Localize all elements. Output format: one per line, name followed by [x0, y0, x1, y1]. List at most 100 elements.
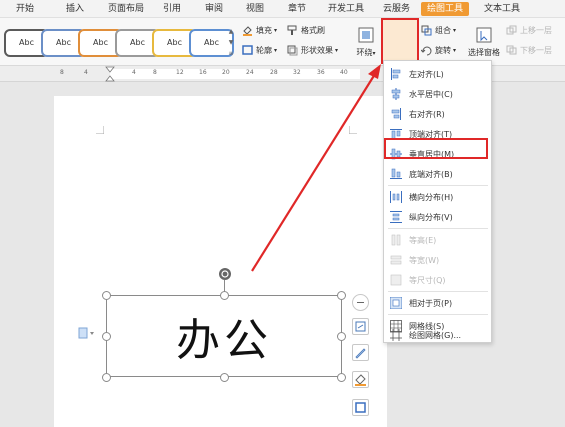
selection-pane-button[interactable]: 选择窗格 [464, 25, 504, 58]
ribbon-tab-bar: 开始 插入 页面布局 引用 审阅 视图 章节 开发工具 云服务 绘图工具 文本工… [0, 0, 565, 18]
menu-item-same-width[interactable]: 等宽(W) [384, 250, 491, 270]
menu-item-same-height[interactable]: 等高(E) [384, 230, 491, 250]
shape-fill-button[interactable] [352, 371, 369, 388]
menu-item-relative-to-page[interactable]: 相对于页(P) [384, 293, 491, 313]
resize-handle[interactable] [102, 291, 111, 300]
drawing-tools-ribbon: Abc Abc Abc Abc Abc Abc ▲ ▼ ≡ 填充 ▾ 格式刷 轮廓… [0, 18, 565, 66]
menu-item-label: 底端对齐(B) [409, 169, 453, 179]
selection-pane-icon [474, 25, 494, 45]
align-bottom-icon [390, 168, 402, 180]
resize-handle[interactable] [337, 291, 346, 300]
distribute-horizontal-icon [390, 191, 402, 203]
menu-item-align-left[interactable]: 左对齐(L) [384, 64, 491, 84]
collapse-toolbar-button[interactable] [352, 294, 369, 311]
format-painter-label: 格式刷 [301, 26, 325, 35]
ruler-tick: 24 [246, 69, 254, 76]
resize-handle[interactable] [337, 373, 346, 382]
send-backward-button[interactable]: 下移一层 [506, 45, 552, 56]
resize-handle[interactable] [102, 332, 111, 341]
send-backward-label: 下移一层 [520, 46, 552, 55]
align-dropdown-menu: 左对齐(L) 水平居中(C) 右对齐(R) 顶端对齐(T) 垂直居中(M) 底端… [383, 60, 492, 343]
align-right-icon [390, 108, 402, 120]
menu-item-align-right[interactable]: 右对齐(R) [384, 104, 491, 124]
margin-corner-icon [96, 126, 104, 134]
layout-options-button[interactable] [352, 318, 369, 335]
menu-item-drawing-grid[interactable]: 绘图网格(G)... [384, 327, 491, 343]
ruler-tick: 36 [317, 69, 325, 76]
bring-forward-label: 上移一层 [520, 26, 552, 35]
tab-page-layout[interactable]: 页面布局 [108, 2, 144, 16]
menu-item-same-size[interactable]: 等尺寸(Q) [384, 270, 491, 290]
menu-item-label: 等高(E) [409, 235, 437, 245]
align-button-highlight [381, 18, 419, 64]
tab-home[interactable]: 开始 [16, 2, 34, 16]
relative-to-page-icon [389, 296, 403, 310]
text-box-shape[interactable]: 办公 [106, 295, 342, 377]
align-left-icon [390, 68, 402, 80]
format-painter-button[interactable]: 格式刷 [287, 25, 325, 36]
shape-outline-button[interactable] [352, 399, 369, 416]
anchor-icon[interactable] [78, 327, 96, 339]
ruler-tick: 4 [84, 69, 88, 76]
chevron-up-icon[interactable]: ▲ [226, 26, 236, 37]
outline-icon [355, 402, 366, 413]
more-icon[interactable]: ≡ [226, 48, 236, 59]
tab-text-tools[interactable]: 文本工具 [484, 2, 520, 16]
menu-item-label: 右对齐(R) [409, 109, 445, 119]
menu-separator [388, 314, 488, 315]
outline-icon [242, 45, 253, 56]
ruler-tick: 4 [132, 69, 136, 76]
format-painter-icon [287, 25, 298, 36]
menu-item-label: 横向分布(H) [409, 192, 454, 202]
shape-text[interactable]: 办公 [107, 304, 341, 368]
group-button[interactable]: 组合 ▾ [421, 25, 456, 36]
rotate-button[interactable]: 旋转 ▾ [420, 45, 456, 56]
menu-item-align-bottom[interactable]: 底端对齐(B) [384, 164, 491, 184]
same-size-icon [390, 274, 402, 286]
shape-effects-button[interactable]: 形状效果 ▾ [287, 45, 338, 56]
drawing-grid-icon [390, 329, 402, 341]
menu-item-align-center[interactable]: 水平居中(C) [384, 84, 491, 104]
margin-corner-icon [349, 126, 357, 134]
tab-review[interactable]: 审阅 [205, 2, 223, 16]
resize-handle[interactable] [102, 373, 111, 382]
group-icon [421, 25, 432, 36]
tab-drawing-tools[interactable]: 绘图工具 [421, 2, 470, 16]
align-center-icon [390, 88, 402, 100]
resize-handle[interactable] [220, 291, 229, 300]
ruler-tick: 16 [199, 69, 207, 76]
indent-marker-icon[interactable] [105, 66, 115, 82]
bring-forward-button[interactable]: 上移一层 [506, 25, 552, 36]
fill-button[interactable]: 填充 ▾ [242, 25, 277, 36]
menu-separator [388, 291, 488, 292]
distribute-vertical-icon [390, 211, 402, 223]
menu-item-label: 纵向分布(V) [409, 212, 453, 222]
outline-button[interactable]: 轮廓 ▾ [242, 45, 277, 56]
tab-insert[interactable]: 插入 [66, 2, 84, 16]
resize-handle[interactable] [220, 373, 229, 382]
tab-section[interactable]: 章节 [288, 2, 306, 16]
menu-item-highlight [384, 138, 488, 159]
ruler-tick: 20 [222, 69, 230, 76]
rotate-icon [420, 45, 432, 56]
style-gallery-scroll[interactable]: ▲ ▼ ≡ [226, 26, 236, 60]
menu-item-distribute-horizontal[interactable]: 横向分布(H) [384, 187, 491, 207]
resize-handle[interactable] [337, 332, 346, 341]
tab-developer[interactable]: 开发工具 [328, 2, 364, 16]
edit-shape-button[interactable] [352, 344, 369, 361]
same-height-icon [390, 234, 402, 246]
tab-references[interactable]: 引用 [163, 2, 181, 16]
chevron-down-icon[interactable]: ▼ [226, 37, 236, 48]
shape-effects-icon [287, 45, 298, 56]
layout-options-icon [355, 321, 366, 332]
tab-cloud[interactable]: 云服务 [383, 2, 410, 16]
shape-effects-label: 形状效果 [301, 46, 333, 55]
send-backward-icon [506, 45, 517, 56]
rotate-handle[interactable] [219, 268, 231, 280]
wrap-icon [356, 25, 376, 45]
tab-view[interactable]: 视图 [246, 2, 264, 16]
menu-item-label: 水平居中(C) [409, 89, 453, 99]
same-width-icon [390, 254, 402, 266]
menu-item-distribute-vertical[interactable]: 纵向分布(V) [384, 207, 491, 227]
wrap-button[interactable]: 环绕▾ [353, 25, 379, 58]
